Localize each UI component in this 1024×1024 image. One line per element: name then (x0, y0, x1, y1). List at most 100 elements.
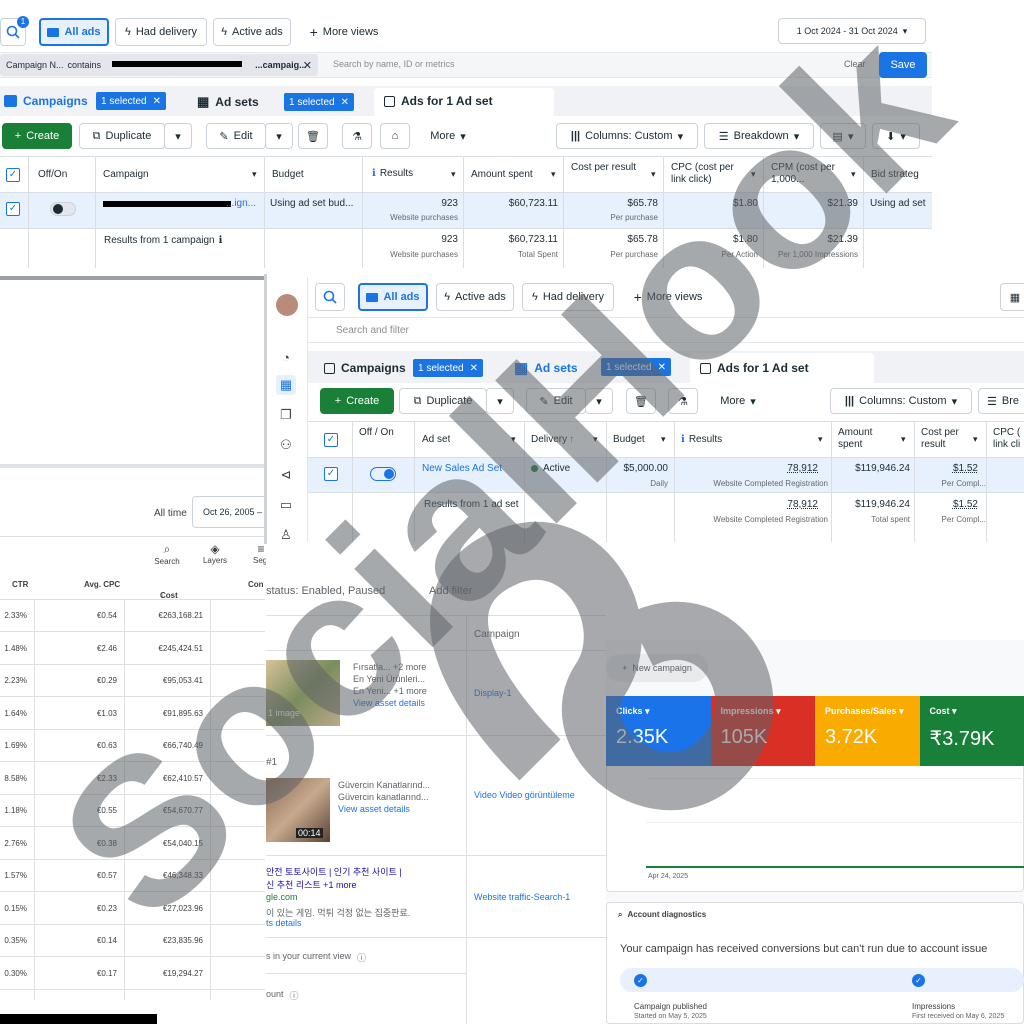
search-input[interactable]: Search by name, ID or metrics (333, 59, 455, 69)
header-campaign[interactable]: Campaign (103, 169, 149, 181)
search-filter-input[interactable]: Search and filter (308, 317, 1024, 343)
account-icon[interactable]: ♙ (276, 525, 296, 542)
search-button[interactable] (315, 283, 345, 311)
header-amount-spent[interactable]: Amount spent (838, 427, 886, 451)
save-button[interactable]: Save (879, 52, 927, 78)
duplicate-button[interactable]: ⧉ Duplicate (399, 388, 487, 414)
test-button[interactable]: ⚗ (342, 123, 372, 149)
header-cpc[interactable]: CPC ( link cli (993, 427, 1024, 451)
duplicate-button[interactable]: ⧉ Duplicate (79, 123, 165, 149)
duplicate-dropdown[interactable]: ▾ (486, 388, 514, 414)
header-campaign[interactable]: Campaign (474, 629, 520, 640)
header-ctr[interactable]: CTR (12, 580, 28, 589)
date-range-picker[interactable]: 1 Oct 2024 - 31 Oct 2024 ▾ (778, 18, 926, 44)
table-row[interactable]: 0.30% €0.17 €19,294.27 (0, 958, 265, 990)
tag-button[interactable]: ⌂ (380, 123, 410, 149)
active-ads-button[interactable]: ϟ Active ads (213, 18, 291, 46)
campaign-link[interactable]: Video Video görüntüleme (474, 790, 575, 800)
close-icon[interactable]: ✕ (658, 362, 666, 373)
tab-campaigns[interactable]: Campaigns (324, 361, 406, 375)
gauge-icon[interactable]: ◔ (276, 347, 296, 367)
view-toggle-button[interactable]: ▦ (1000, 283, 1024, 311)
header-cost-per-result[interactable]: Cost per result (571, 162, 641, 174)
header-cost-per-result[interactable]: Cost per result (921, 427, 969, 451)
filter-status[interactable]: status: Enabled, Paused (266, 585, 385, 597)
more-views-button[interactable]: + More views (300, 18, 388, 46)
campaigns-selected-chip[interactable]: 1 selected ✕ (96, 92, 166, 110)
columns-button[interactable]: ||| Columns: Custom ▾ (556, 123, 698, 149)
select-all-checkbox[interactable]: ✓ (6, 168, 20, 182)
header-delivery[interactable]: Delivery ↑ (531, 434, 574, 446)
campaign-name-link[interactable]: ...ign... (226, 198, 256, 209)
campaign-toggle[interactable] (50, 202, 76, 216)
edit-button[interactable]: ✎ Edit (206, 123, 266, 149)
header-off-on[interactable]: Off/On (38, 169, 67, 181)
table-row[interactable]: 1.64% €1.03 €91,895.63 (0, 698, 265, 730)
delete-button[interactable]: 🗑 (626, 388, 656, 414)
had-delivery-button[interactable]: ϟ Had delivery (115, 18, 207, 46)
tab-campaigns[interactable]: Campaigns (4, 94, 88, 108)
adset-name-link[interactable]: New Sales Ad Set (422, 463, 502, 474)
table-row[interactable]: 0.35% €0.14 €23,835.96 (0, 925, 265, 957)
header-cpm[interactable]: CPM (cost per 1,000... (771, 162, 849, 186)
header-off-on[interactable]: Off / On (359, 427, 399, 439)
table-row[interactable]: 1.48% €2.46 €245,424.51 (0, 633, 265, 665)
table-row[interactable]: 2.33% €0.54 €263,168.21 (0, 600, 265, 632)
add-filter-button[interactable]: Add filter (429, 585, 472, 597)
megaphone-icon[interactable]: ⊲ (276, 465, 296, 485)
date-range-picker[interactable]: Oct 26, 2005 – (192, 496, 266, 528)
breakdown-button[interactable]: ☰ Bre (978, 388, 1024, 414)
metric-tile-cost[interactable]: Cost ▾ ₹3.79K (919, 696, 1024, 766)
header-bid-strategy[interactable]: Bid strateg (871, 169, 919, 181)
avatar[interactable] (276, 294, 298, 316)
campaign-link[interactable]: Website traffic-Search-1 (474, 892, 570, 902)
edit-button[interactable]: ✎ Edit (526, 388, 586, 414)
clear-button[interactable]: Clear (844, 59, 866, 69)
header-amount-spent[interactable]: Amount spent (471, 169, 533, 181)
help-icon[interactable]: ⓘ (357, 951, 366, 964)
close-icon[interactable]: ✕ (303, 59, 312, 72)
table-row[interactable]: 2.23% €0.29 €95,053.41 (0, 665, 265, 697)
campaigns-selected-chip[interactable]: 1 selected ✕ (413, 359, 483, 377)
reports-button[interactable]: ▤ ▾ (820, 123, 866, 149)
export-button[interactable]: ⬇ ▾ (872, 123, 920, 149)
columns-button[interactable]: ||| Columns: Custom ▾ (830, 388, 972, 414)
metric-tile-clicks[interactable]: Clicks ▾ 2.35K (606, 696, 711, 766)
adsets-selected-chip[interactable]: 1 selected ✕ (284, 93, 354, 111)
more-views-button[interactable]: + More views (624, 283, 712, 311)
all-ads-button[interactable]: All ads (358, 283, 428, 311)
new-campaign-button[interactable]: + New campaign (606, 654, 708, 682)
segment-tool[interactable]: ≡ Segi (246, 542, 266, 565)
breakdown-button[interactable]: ☰ Breakdown ▾ (704, 123, 814, 149)
layers-tool[interactable]: ◈ Layers (200, 542, 230, 565)
header-ad-set[interactable]: Ad set (422, 434, 450, 446)
table-row[interactable]: 0.15% €0.23 €27,023.96 (0, 893, 265, 925)
close-icon[interactable]: ✕ (153, 96, 161, 107)
view-asset-details-link[interactable]: View asset details (353, 698, 425, 708)
more-button[interactable]: More ▾ (418, 123, 478, 149)
table-row[interactable]: 1.69% €0.63 €66,740.49 (0, 730, 265, 762)
table-row[interactable]: 1.18% €0.55 €54,670.77 (0, 795, 265, 827)
close-icon[interactable]: ✕ (341, 97, 349, 108)
edit-dropdown[interactable]: ▾ (585, 388, 613, 414)
search-tool[interactable]: ⌕ Search (152, 542, 182, 566)
test-button[interactable]: ⚗ (668, 388, 698, 414)
metric-tile-purchases-sales[interactable]: Purchases/Sales ▾ 3.72K (815, 696, 920, 766)
edit-dropdown[interactable]: ▾ (265, 123, 293, 149)
duplicate-dropdown[interactable]: ▾ (164, 123, 192, 149)
row-checkbox[interactable]: ✓ (324, 467, 338, 481)
header-conversions[interactable]: Con (248, 580, 264, 589)
header-budget[interactable]: Budget (272, 169, 304, 181)
header-results[interactable]: ℹ Results (372, 168, 413, 180)
all-ads-button[interactable]: All ads (39, 18, 109, 46)
header-budget[interactable]: Budget (613, 434, 645, 446)
pages-icon[interactable]: ❐ (276, 405, 296, 425)
table-row[interactable]: 2.76% €0.38 €54,040.15 (0, 828, 265, 860)
tab-ads[interactable]: Ads for 1 Ad set (700, 361, 809, 375)
adset-toggle[interactable] (370, 467, 396, 481)
table-icon[interactable]: ▦ (276, 375, 296, 395)
header-avg-cpc[interactable]: Avg. CPC (84, 580, 120, 589)
tab-ad-sets[interactable]: ▦ Ad sets (197, 94, 259, 110)
had-delivery-button[interactable]: ϟ Had delivery (522, 283, 614, 311)
close-icon[interactable]: ✕ (470, 363, 478, 374)
